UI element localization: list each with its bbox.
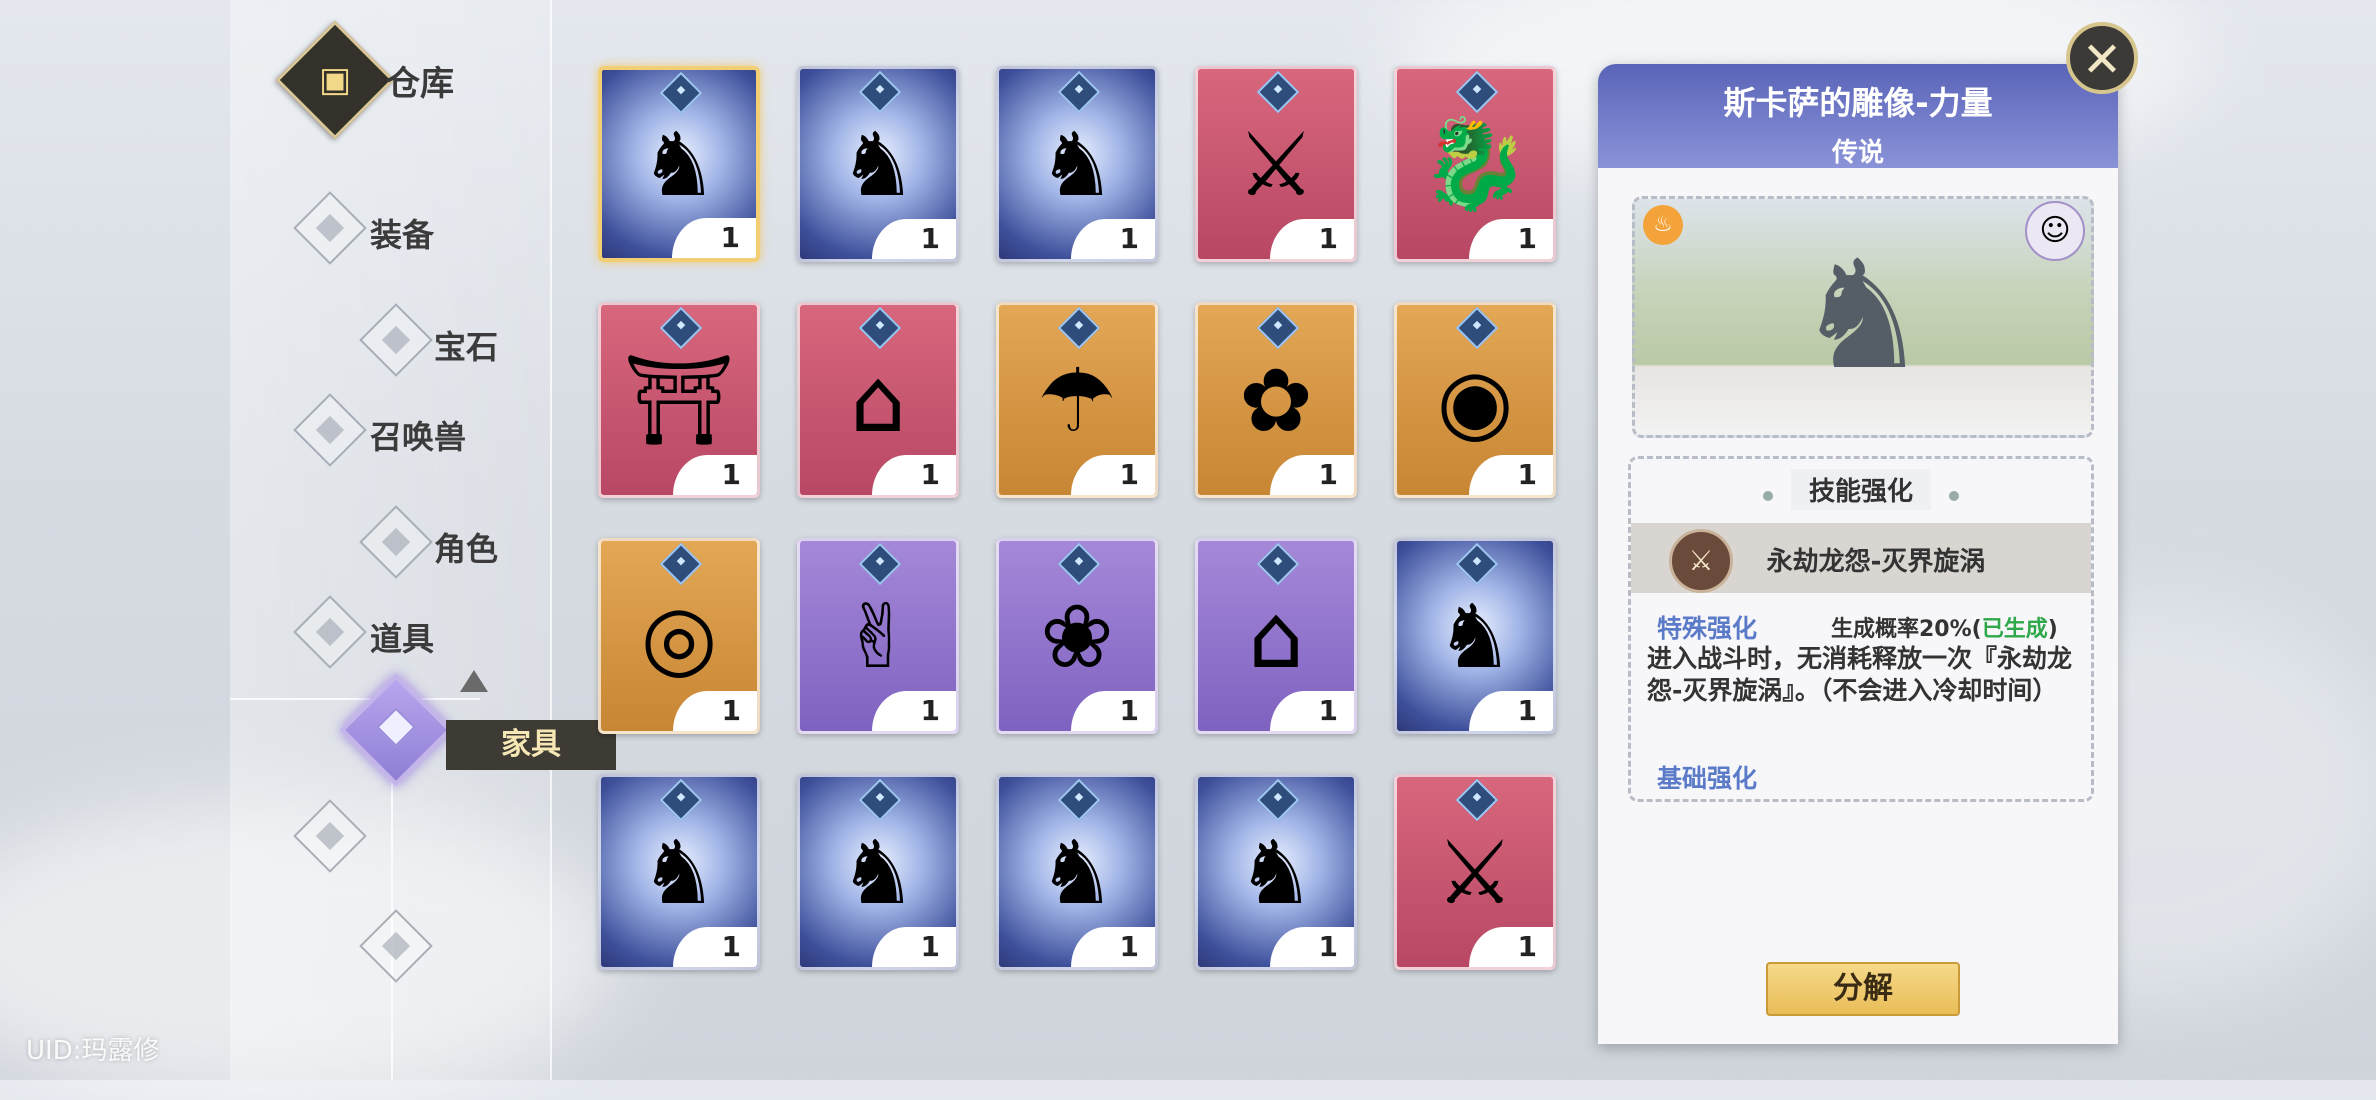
bullet-icon xyxy=(1949,490,1959,501)
generation-probability: 生成概率20%(已生成) xyxy=(1831,611,2058,643)
inventory-item[interactable]: ♞ 1 xyxy=(996,66,1158,262)
inventory-item[interactable]: ✿ 1 xyxy=(1195,302,1357,498)
expand-arrow-icon xyxy=(460,670,488,692)
inventory-item[interactable]: ⚔ 1 xyxy=(1195,66,1357,262)
special-enhance-label: 特殊强化 xyxy=(1657,614,1758,643)
skill-description: 进入战斗时，无消耗释放一次『永劫龙怨-灭界旋涡』。（不会进入冷却时间） xyxy=(1647,644,2073,705)
nav-characters[interactable]: 角色 xyxy=(434,524,498,570)
nav-props[interactable]: 道具 xyxy=(370,614,434,660)
item-detail-panel: 斯卡萨的雕像-力量 传说 ♨ ♞ ☺ 技能强化 ⚔ 永劫龙怨-灭界旋涡 特殊强化… xyxy=(1598,64,2118,1044)
inventory-item[interactable]: ⛩ 1 xyxy=(598,302,760,498)
inventory-item[interactable]: ♞ 1 xyxy=(1394,538,1556,734)
skill-header: 技能强化 xyxy=(1631,469,2091,510)
divider xyxy=(230,698,480,700)
statue-preview-icon: ♞ xyxy=(1795,229,1930,403)
inventory-item[interactable]: ♞ 1 xyxy=(797,774,959,970)
close-icon: ✕ xyxy=(2081,32,2123,88)
generated-status: 已生成 xyxy=(1981,617,2048,642)
skill-name: 永劫龙怨-灭界旋涡 xyxy=(1766,547,1986,577)
inventory-item[interactable]: ✌ 1 xyxy=(797,538,959,734)
nav-gems[interactable]: 宝石 xyxy=(434,322,498,368)
item-preview: ♨ ♞ ☺ xyxy=(1632,196,2094,438)
inventory-item[interactable]: ❀ 1 xyxy=(996,538,1158,734)
item-name: 斯卡萨的雕像-力量 xyxy=(1723,84,1993,122)
inventory-item[interactable]: ◉ 1 xyxy=(1394,302,1556,498)
inventory-item[interactable]: ♞ 1 xyxy=(1195,774,1357,970)
nav-summons[interactable]: 召唤兽 xyxy=(370,412,466,458)
bullet-icon xyxy=(1762,490,1773,501)
warehouse-title: 仓库 xyxy=(386,64,454,104)
skill-header-label: 技能强化 xyxy=(1790,469,1931,510)
flame-badge-icon: ♨ xyxy=(1643,205,1683,245)
skill-enhance-box: 技能强化 ⚔ 永劫龙怨-灭界旋涡 特殊强化 生成概率20%(已生成) 进入战斗时… xyxy=(1628,456,2094,802)
character-avatar-icon[interactable]: ☺ xyxy=(2025,201,2085,261)
rarity-label: 传说 xyxy=(1831,138,1884,168)
close-button[interactable]: ✕ xyxy=(2066,22,2138,94)
inventory-item[interactable]: 🐉 1 xyxy=(1394,66,1556,262)
inventory-item[interactable]: ⌂ 1 xyxy=(1195,538,1357,734)
inventory-item[interactable]: ♞ 1 xyxy=(598,66,760,262)
inventory-item[interactable]: ♞ 1 xyxy=(797,66,959,262)
uid-label: UID:玛露修 xyxy=(26,1036,160,1066)
nav-furniture-active[interactable]: 家具 xyxy=(446,720,616,770)
inventory-item[interactable]: ◎ 1 xyxy=(598,538,760,734)
detail-header: 斯卡萨的雕像-力量 传说 xyxy=(1598,64,2118,168)
inventory-item[interactable]: ⌂ 1 xyxy=(797,302,959,498)
inventory-item[interactable]: ⚔ 1 xyxy=(1394,774,1556,970)
inventory-item[interactable]: ♞ 1 xyxy=(598,774,760,970)
probability-text: 生成概率20%( xyxy=(1831,617,1982,642)
inventory-item[interactable]: ♞ 1 xyxy=(996,774,1158,970)
inventory-item[interactable]: ☂ 1 xyxy=(996,302,1158,498)
probability-close: ) xyxy=(2047,617,2058,642)
nav-equipment[interactable]: 装备 xyxy=(370,210,434,256)
decompose-button[interactable]: 分解 xyxy=(1766,962,1960,1016)
skill-row[interactable]: ⚔ 永劫龙怨-灭界旋涡 xyxy=(1631,523,2091,593)
base-enhance-label: 基础强化 xyxy=(1657,764,1758,793)
